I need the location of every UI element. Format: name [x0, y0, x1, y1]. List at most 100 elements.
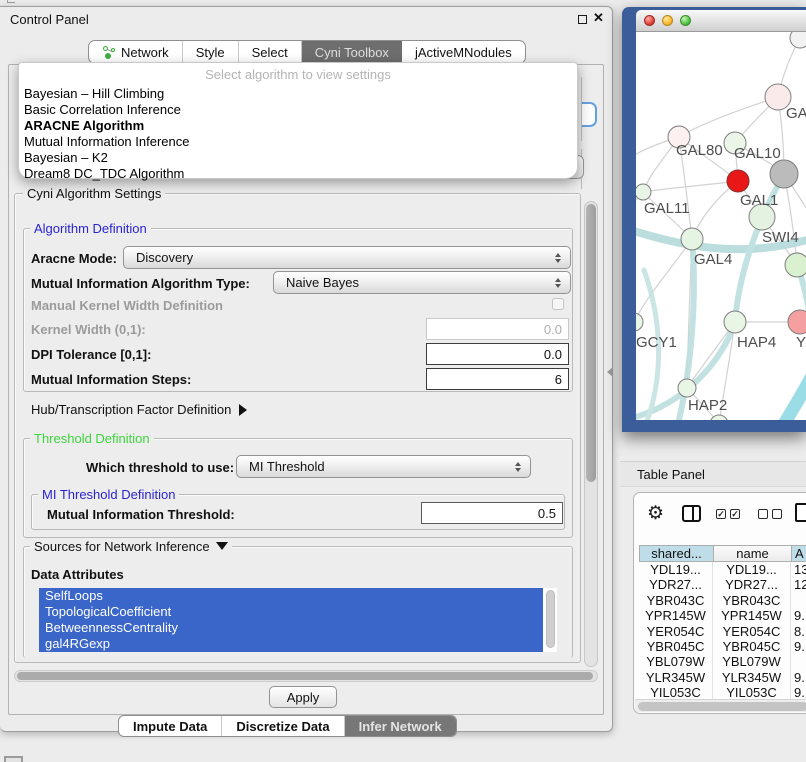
- threshold-definition-title: Threshold Definition: [30, 431, 154, 446]
- tab-label: Network: [121, 45, 169, 60]
- node-swi4[interactable]: [785, 253, 806, 277]
- unchecked-checkbox-icon[interactable]: [772, 509, 782, 519]
- mi-threshold-field[interactable]: 0.5: [421, 502, 563, 524]
- apply-button[interactable]: Apply: [269, 686, 337, 708]
- node-label: GAL: [786, 105, 806, 122]
- attribute-list-scrollbar[interactable]: [546, 590, 555, 648]
- settings-horizontal-scrollbar[interactable]: [14, 670, 598, 682]
- node-label: GCY1: [636, 334, 677, 351]
- algorithm-option[interactable]: Bayesian – K2: [24, 150, 108, 166]
- node-label: GAL10: [734, 145, 781, 162]
- zoom-traffic-light-icon[interactable]: [680, 15, 691, 26]
- mi-steps-label: Mutual Information Steps:: [31, 372, 191, 387]
- network-graph: GAL GAL80 GAL10 GAL1 GAL11 GAL4 SWI4 GCY…: [636, 32, 806, 420]
- table-row[interactable]: YER054CYER054C8.: [639, 624, 806, 639]
- manual-kernel-label: Manual Kernel Width Definition: [31, 298, 223, 313]
- table-row[interactable]: YBR045CYBR045C9.: [639, 639, 806, 654]
- mi-steps-field[interactable]: 6: [426, 368, 569, 390]
- mi-threshold-title: MI Threshold Definition: [38, 487, 179, 502]
- float-window-icon[interactable]: [578, 15, 587, 24]
- node-hap4[interactable]: [724, 311, 746, 333]
- table-row[interactable]: YPR145WYPR145W9.: [639, 608, 806, 623]
- algorithm-option[interactable]: Basic Correlation Inference: [24, 102, 181, 118]
- panel-collapse-arrow-icon[interactable]: [607, 367, 613, 377]
- split-columns-icon[interactable]: [682, 505, 701, 522]
- scrollbar-thumb[interactable]: [638, 702, 806, 711]
- node-red-selected[interactable]: [727, 170, 749, 192]
- node-label: GAL1: [740, 192, 778, 209]
- algorithm-option[interactable]: Bayesian – Hill Climbing: [24, 86, 164, 102]
- mi-threshold-label: Mutual Information Threshold:: [47, 507, 235, 522]
- tab-cyni-toolbox[interactable]: Cyni Toolbox: [302, 41, 402, 63]
- table-row[interactable]: YBR043CYBR043C: [639, 593, 806, 608]
- dpi-tolerance-label: DPI Tolerance [0,1]:: [31, 347, 151, 362]
- node-label: HAP2: [688, 397, 727, 414]
- node-labels: GAL GAL80 GAL10 GAL1 GAL11 GAL4 SWI4 GCY…: [636, 105, 806, 414]
- node-salmon[interactable]: [788, 310, 806, 334]
- node-label: HAP4: [737, 334, 776, 351]
- checked-checkbox-icon[interactable]: ✓: [716, 509, 726, 519]
- node-label: GAL11: [644, 200, 690, 217]
- kernel-width-field[interactable]: 0.0: [426, 318, 569, 340]
- network-canvas[interactable]: GAL GAL80 GAL10 GAL1 GAL11 GAL4 SWI4 GCY…: [636, 32, 806, 420]
- kernel-width-label: Kernel Width (0,1):: [31, 322, 146, 337]
- aracne-mode-select[interactable]: Discovery: [123, 246, 571, 269]
- scrollbar-thumb[interactable]: [17, 672, 593, 680]
- unchecked-checkbox-icon[interactable]: [758, 509, 768, 519]
- settings-vertical-scrollbar[interactable]: [584, 201, 598, 667]
- scrollbar-thumb[interactable]: [586, 204, 596, 482]
- node-gcy1[interactable]: [636, 313, 643, 331]
- algorithm-option[interactable]: Mutual Information Inference: [24, 134, 189, 150]
- attribute-item-selected[interactable]: gal4RGexp: [39, 636, 543, 652]
- network-window-titlebar[interactable]: [636, 10, 806, 32]
- node-attribute-table: shared... name A YDL19...YDL19...13 YDR2…: [639, 545, 806, 701]
- algorithm-option-selected[interactable]: ARACNE Algorithm: [24, 118, 144, 134]
- table-row[interactable]: YDR27...YDR27...12: [639, 577, 806, 592]
- attribute-item-selected[interactable]: SelfLoops: [39, 588, 543, 604]
- node-gray[interactable]: [770, 160, 798, 188]
- node-gal11[interactable]: [636, 184, 651, 200]
- table-row[interactable]: YBL079WYBL079W: [639, 654, 806, 669]
- which-threshold-select[interactable]: MI Threshold: [236, 455, 531, 478]
- tab-style[interactable]: Style: [183, 41, 239, 63]
- window-title: Control Panel: [10, 12, 89, 27]
- tab-impute-data[interactable]: Impute Data: [119, 716, 222, 736]
- node-hap2[interactable]: [678, 379, 696, 397]
- dpi-tolerance-field[interactable]: 0.0: [426, 343, 569, 365]
- table-row[interactable]: YLR345WYLR345W9.: [639, 670, 806, 685]
- node-gal4[interactable]: [681, 228, 703, 250]
- table-row[interactable]: YDL19...YDL19...13: [639, 562, 806, 577]
- node-label: GAL4: [694, 251, 732, 268]
- close-icon[interactable]: ✕: [593, 10, 604, 26]
- node[interactable]: [790, 32, 806, 48]
- cyni-algorithm-settings-group: Cyni Algorithm Settings Algorithm Defini…: [14, 193, 581, 663]
- attribute-item-selected[interactable]: TopologicalCoefficient: [39, 604, 543, 620]
- tab-select[interactable]: Select: [239, 41, 302, 63]
- close-traffic-light-icon[interactable]: [644, 15, 655, 26]
- tab-jactivemnodules[interactable]: jActiveMNodules: [402, 41, 525, 63]
- checked-checkbox-icon[interactable]: ✓: [730, 509, 740, 519]
- tab-discretize-data[interactable]: Discretize Data: [222, 716, 344, 736]
- algorithm-definition-title: Algorithm Definition: [30, 221, 151, 236]
- background-fragment: [7, 0, 15, 3]
- attribute-item-selected[interactable]: BetweennessCentrality: [39, 620, 543, 636]
- mi-algorithm-type-select[interactable]: Naive Bayes: [273, 271, 571, 294]
- hub-definition-expander[interactable]: Hub/Transcription Factor Definition: [31, 402, 247, 417]
- algorithm-option[interactable]: Dream8 DC_TDC Algorithm: [24, 166, 184, 182]
- document-icon[interactable]: [795, 503, 806, 522]
- manual-kernel-checkbox[interactable]: [552, 298, 564, 310]
- control-panel-tabs: Network Style Select Cyni Toolbox jActiv…: [88, 40, 526, 64]
- minimize-traffic-light-icon[interactable]: [662, 15, 673, 26]
- data-attributes-list: SelfLoops TopologicalCoefficient Between…: [39, 588, 557, 652]
- sources-expander[interactable]: Sources for Network Inference: [30, 539, 232, 554]
- tab-network[interactable]: Network: [89, 41, 183, 63]
- column-header[interactable]: A: [792, 546, 806, 561]
- network-icon: [102, 46, 115, 59]
- table-horizontal-scrollbar[interactable]: [635, 699, 806, 712]
- table-panel-strip: Table Panel: [620, 461, 806, 487]
- column-header[interactable]: name: [714, 546, 792, 561]
- column-header[interactable]: shared...: [640, 546, 714, 561]
- tab-infer-network[interactable]: Infer Network: [345, 716, 456, 736]
- gear-icon[interactable]: ⚙: [647, 503, 664, 525]
- stepper-icon: [555, 278, 561, 288]
